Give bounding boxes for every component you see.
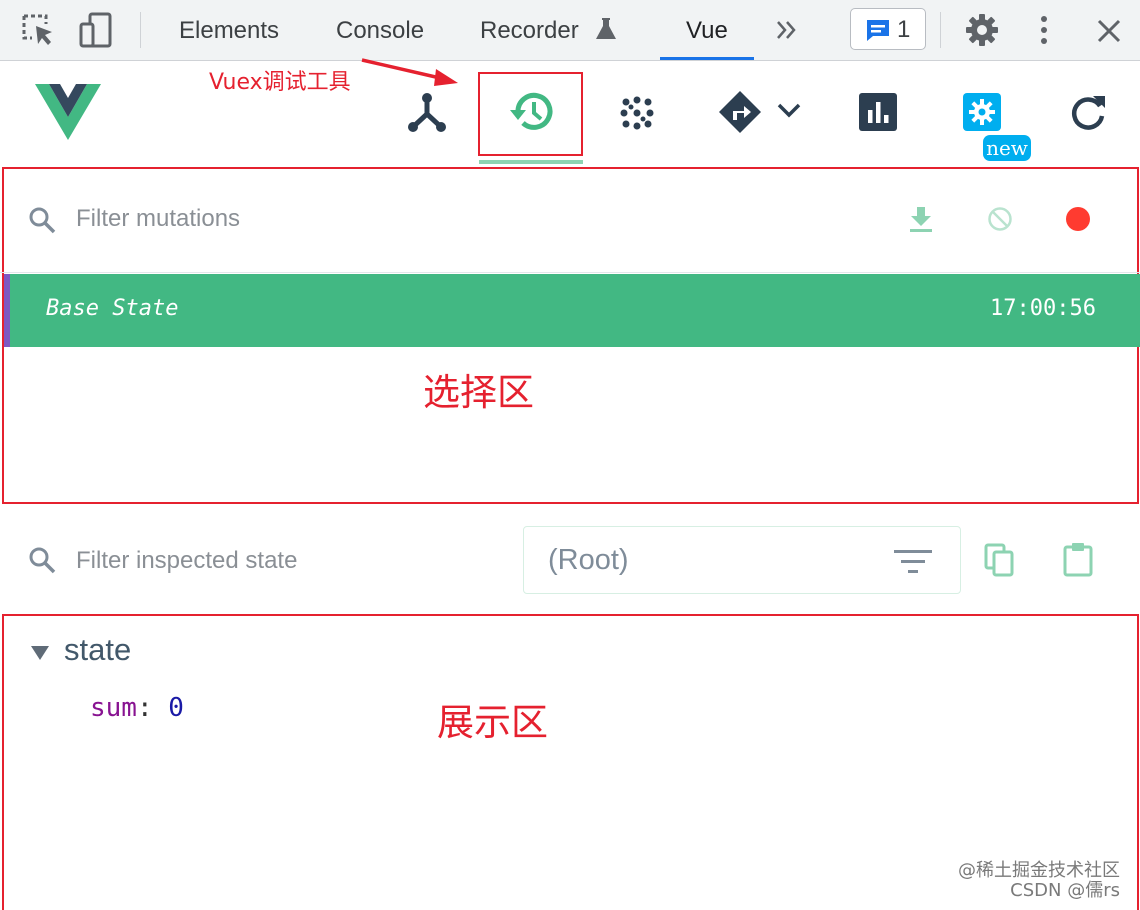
watermark-line2: CSDN @儒rs [1010, 880, 1120, 901]
settings-icon[interactable] [963, 93, 1001, 136]
prop-value[interactable]: 0 [168, 693, 184, 723]
kebab-menu-icon[interactable] [1032, 14, 1056, 51]
gear-icon[interactable] [964, 12, 1000, 53]
vue-logo [35, 84, 101, 145]
tab-separator [940, 12, 941, 48]
active-tab-indicator [479, 160, 583, 164]
search-icon [28, 546, 56, 579]
close-icon[interactable] [1096, 18, 1122, 49]
vuex-store-icon[interactable] [618, 94, 656, 137]
annotation-display-area: 展示区 [437, 701, 548, 744]
issues-count: 1 [897, 16, 911, 43]
annotation-vuex-tool: Vuex调试工具 [209, 70, 351, 95]
search-icon [28, 206, 56, 239]
filter-mutations-input[interactable] [74, 198, 498, 240]
components-icon[interactable] [407, 92, 447, 139]
divider [0, 272, 1140, 273]
download-icon[interactable] [908, 205, 934, 238]
device-toolbar-icon[interactable] [78, 12, 114, 53]
root-select[interactable]: (Root) [523, 526, 961, 594]
issues-button[interactable]: 1 [850, 8, 926, 50]
mutation-label: Base State [46, 296, 179, 321]
mutations-filter-bar [0, 170, 1140, 270]
tab-recorder[interactable]: Recorder [480, 0, 579, 60]
performance-chart-icon[interactable] [859, 93, 897, 136]
filter-inspected-state-input[interactable] [74, 540, 498, 582]
filter-list-icon [894, 549, 932, 580]
selected-row-marker [4, 274, 10, 347]
record-icon[interactable] [1065, 206, 1091, 237]
tab-vue[interactable]: Vue [660, 0, 754, 60]
prop-colon: : [136, 693, 169, 723]
message-icon [865, 18, 891, 47]
annotation-selection-area: 选择区 [423, 371, 534, 414]
root-select-value: (Root) [548, 544, 629, 576]
tab-console[interactable]: Console [336, 0, 424, 60]
clear-icon[interactable] [987, 206, 1013, 237]
paste-icon[interactable] [1063, 541, 1093, 582]
mutation-row-base-state[interactable]: Base State 17:00:56 [4, 274, 1140, 347]
timeline-history-icon[interactable] [509, 90, 555, 139]
expand-arrow-icon[interactable] [30, 645, 50, 666]
refresh-icon[interactable] [1069, 92, 1107, 137]
more-tabs-icon[interactable] [774, 18, 798, 47]
state-section-label[interactable]: state [64, 632, 131, 668]
tab-elements[interactable]: Elements [179, 0, 279, 60]
mutation-time: 17:00:56 [990, 296, 1096, 321]
chevron-down-icon[interactable] [776, 102, 802, 125]
annotation-arrow [360, 56, 460, 97]
state-prop-row: sum: 0 [90, 693, 184, 723]
tab-separator [140, 12, 141, 48]
routing-icon[interactable] [718, 90, 762, 139]
new-badge: new [983, 135, 1031, 161]
prop-key: sum [90, 693, 137, 723]
flask-icon [594, 16, 618, 47]
copy-icon[interactable] [984, 543, 1016, 582]
devtools-tab-bar: Elements Console Recorder Vue 1 [0, 0, 1140, 61]
inspect-element-icon[interactable] [20, 12, 56, 53]
